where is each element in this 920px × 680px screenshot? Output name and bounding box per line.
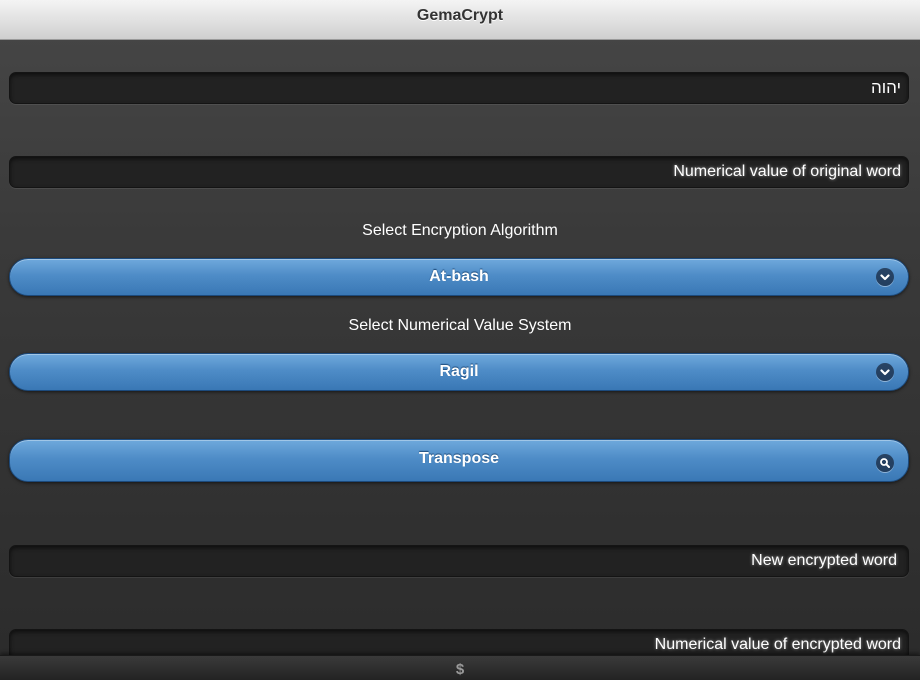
- encrypted-numeric-placeholder: Numerical value of encrypted word: [654, 636, 901, 653]
- numeric-system-select-label: Select Numerical Value System: [348, 317, 572, 334]
- search-icon: [876, 453, 894, 472]
- original-numeric-placeholder: Numerical value of original word: [673, 163, 901, 180]
- chevron-down-icon: [876, 268, 894, 286]
- original-word-value: יהוה: [870, 78, 901, 97]
- algorithm-select-label: Select Encryption Algorithm: [362, 222, 558, 239]
- algorithm-selected-value: At-bash: [429, 268, 489, 285]
- app-title: GemaCrypt: [416, 6, 504, 24]
- numeric-system-selected-value: Ragil: [439, 363, 479, 380]
- footer-bar: $: [0, 655, 920, 680]
- original-word-input[interactable]: יהוה: [9, 72, 909, 104]
- original-numeric-field[interactable]: Numerical value of original word: [9, 156, 909, 188]
- numeric-system-select[interactable]: Ragil: [9, 353, 909, 391]
- app-header: GemaCrypt: [0, 0, 920, 40]
- dollar-icon[interactable]: $: [456, 661, 464, 678]
- encrypted-word-field[interactable]: New encrypted word: [9, 545, 909, 577]
- chevron-down-icon: [876, 363, 894, 381]
- transpose-button-label: Transpose: [418, 449, 500, 467]
- transpose-button[interactable]: Transpose: [9, 439, 909, 482]
- encrypted-word-placeholder: New encrypted word: [751, 552, 897, 569]
- algorithm-select[interactable]: At-bash: [9, 258, 909, 296]
